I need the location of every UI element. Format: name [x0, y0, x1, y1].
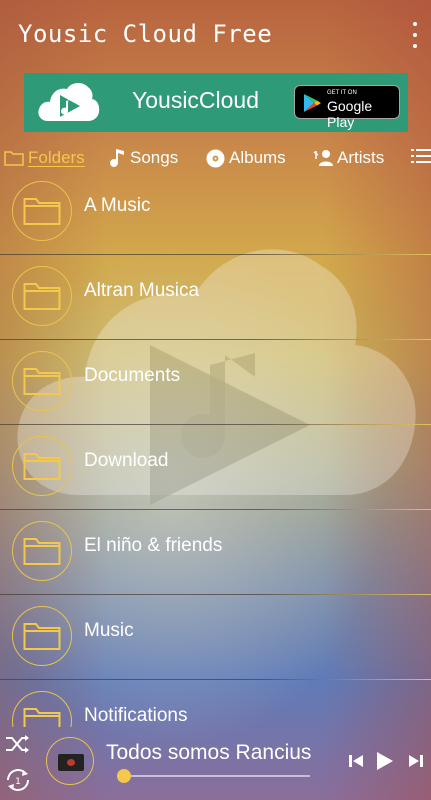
- folder-icon: [23, 623, 61, 650]
- folder-avatar: [12, 521, 72, 581]
- folder-icon: [23, 368, 61, 395]
- mini-player: 1 Todos somos Rancius: [0, 727, 431, 800]
- tab-label: Albums: [229, 148, 286, 167]
- repeat-icon: 1: [7, 769, 29, 791]
- folder-row[interactable]: A Music: [0, 170, 431, 255]
- repeat-button[interactable]: 1: [4, 766, 32, 794]
- seek-bar[interactable]: [124, 775, 310, 777]
- store-caption: GET IT ON: [327, 90, 357, 96]
- folder-name: A Music: [84, 195, 151, 216]
- folder-row[interactable]: Notifications: [0, 680, 431, 727]
- tab-label: Folders: [28, 148, 85, 167]
- play-store-icon: [304, 94, 321, 112]
- tab-bar: Folders Songs Albums Artists: [0, 140, 431, 174]
- album-art[interactable]: [46, 737, 94, 785]
- folder-avatar: [12, 691, 72, 727]
- store-name: Google Play: [327, 98, 373, 130]
- folder-row[interactable]: Altran Musica: [0, 255, 431, 340]
- folder-icon: [23, 198, 61, 225]
- folder-row[interactable]: Documents: [0, 340, 431, 425]
- app-bar: Yousic Cloud Free: [0, 0, 431, 68]
- album-thumbnail: [58, 754, 84, 771]
- google-play-badge[interactable]: GET IT ON Google Play: [294, 85, 400, 130]
- seek-thumb[interactable]: [117, 769, 131, 783]
- next-icon[interactable]: [408, 753, 424, 769]
- folder-avatar: [12, 606, 72, 666]
- folder-row[interactable]: Music: [0, 595, 431, 680]
- tab-folders[interactable]: Folders: [4, 146, 85, 170]
- folder-icon: [23, 283, 61, 310]
- tab-label: Songs: [130, 148, 179, 167]
- app-title: Yousic Cloud Free: [18, 20, 273, 48]
- folder-name: Altran Musica: [84, 280, 200, 301]
- folder-name: Notifications: [84, 705, 188, 726]
- play-icon[interactable]: [376, 751, 394, 771]
- list-menu-icon[interactable]: [411, 148, 431, 164]
- artist-icon: [313, 150, 333, 166]
- folder-row[interactable]: El niño & friends: [0, 510, 431, 595]
- folder-icon: [23, 538, 61, 565]
- cloud-logo-icon: [38, 83, 100, 121]
- tab-label: Artists: [337, 148, 385, 167]
- music-note-icon: [110, 149, 124, 167]
- folder-icon: [23, 708, 61, 727]
- folder-avatar: [12, 181, 72, 241]
- shuffle-icon[interactable]: [5, 733, 31, 755]
- tab-artists[interactable]: Artists: [313, 146, 384, 170]
- folder-name: Download: [84, 450, 169, 471]
- folder-avatar: [12, 436, 72, 496]
- folder-avatar: [12, 351, 72, 411]
- tab-albums[interactable]: Albums: [206, 146, 286, 170]
- tab-songs[interactable]: Songs: [110, 146, 178, 170]
- folder-icon: [23, 453, 61, 480]
- disc-icon: [206, 149, 225, 167]
- folder-icon: [4, 151, 24, 166]
- repeat-count: 1: [15, 777, 21, 787]
- previous-icon[interactable]: [348, 753, 364, 769]
- folder-name: El niño & friends: [84, 535, 223, 556]
- ad-banner[interactable]: YousicCloud GET IT ON Google Play: [24, 73, 408, 132]
- folder-name: Documents: [84, 365, 181, 386]
- folder-avatar: [12, 266, 72, 326]
- folder-row[interactable]: Download: [0, 425, 431, 510]
- folder-name: Music: [84, 620, 134, 641]
- overflow-menu-icon[interactable]: [407, 22, 423, 48]
- banner-app-name: YousicCloud: [132, 87, 260, 113]
- now-playing-title[interactable]: Todos somos Rancius: [106, 741, 326, 765]
